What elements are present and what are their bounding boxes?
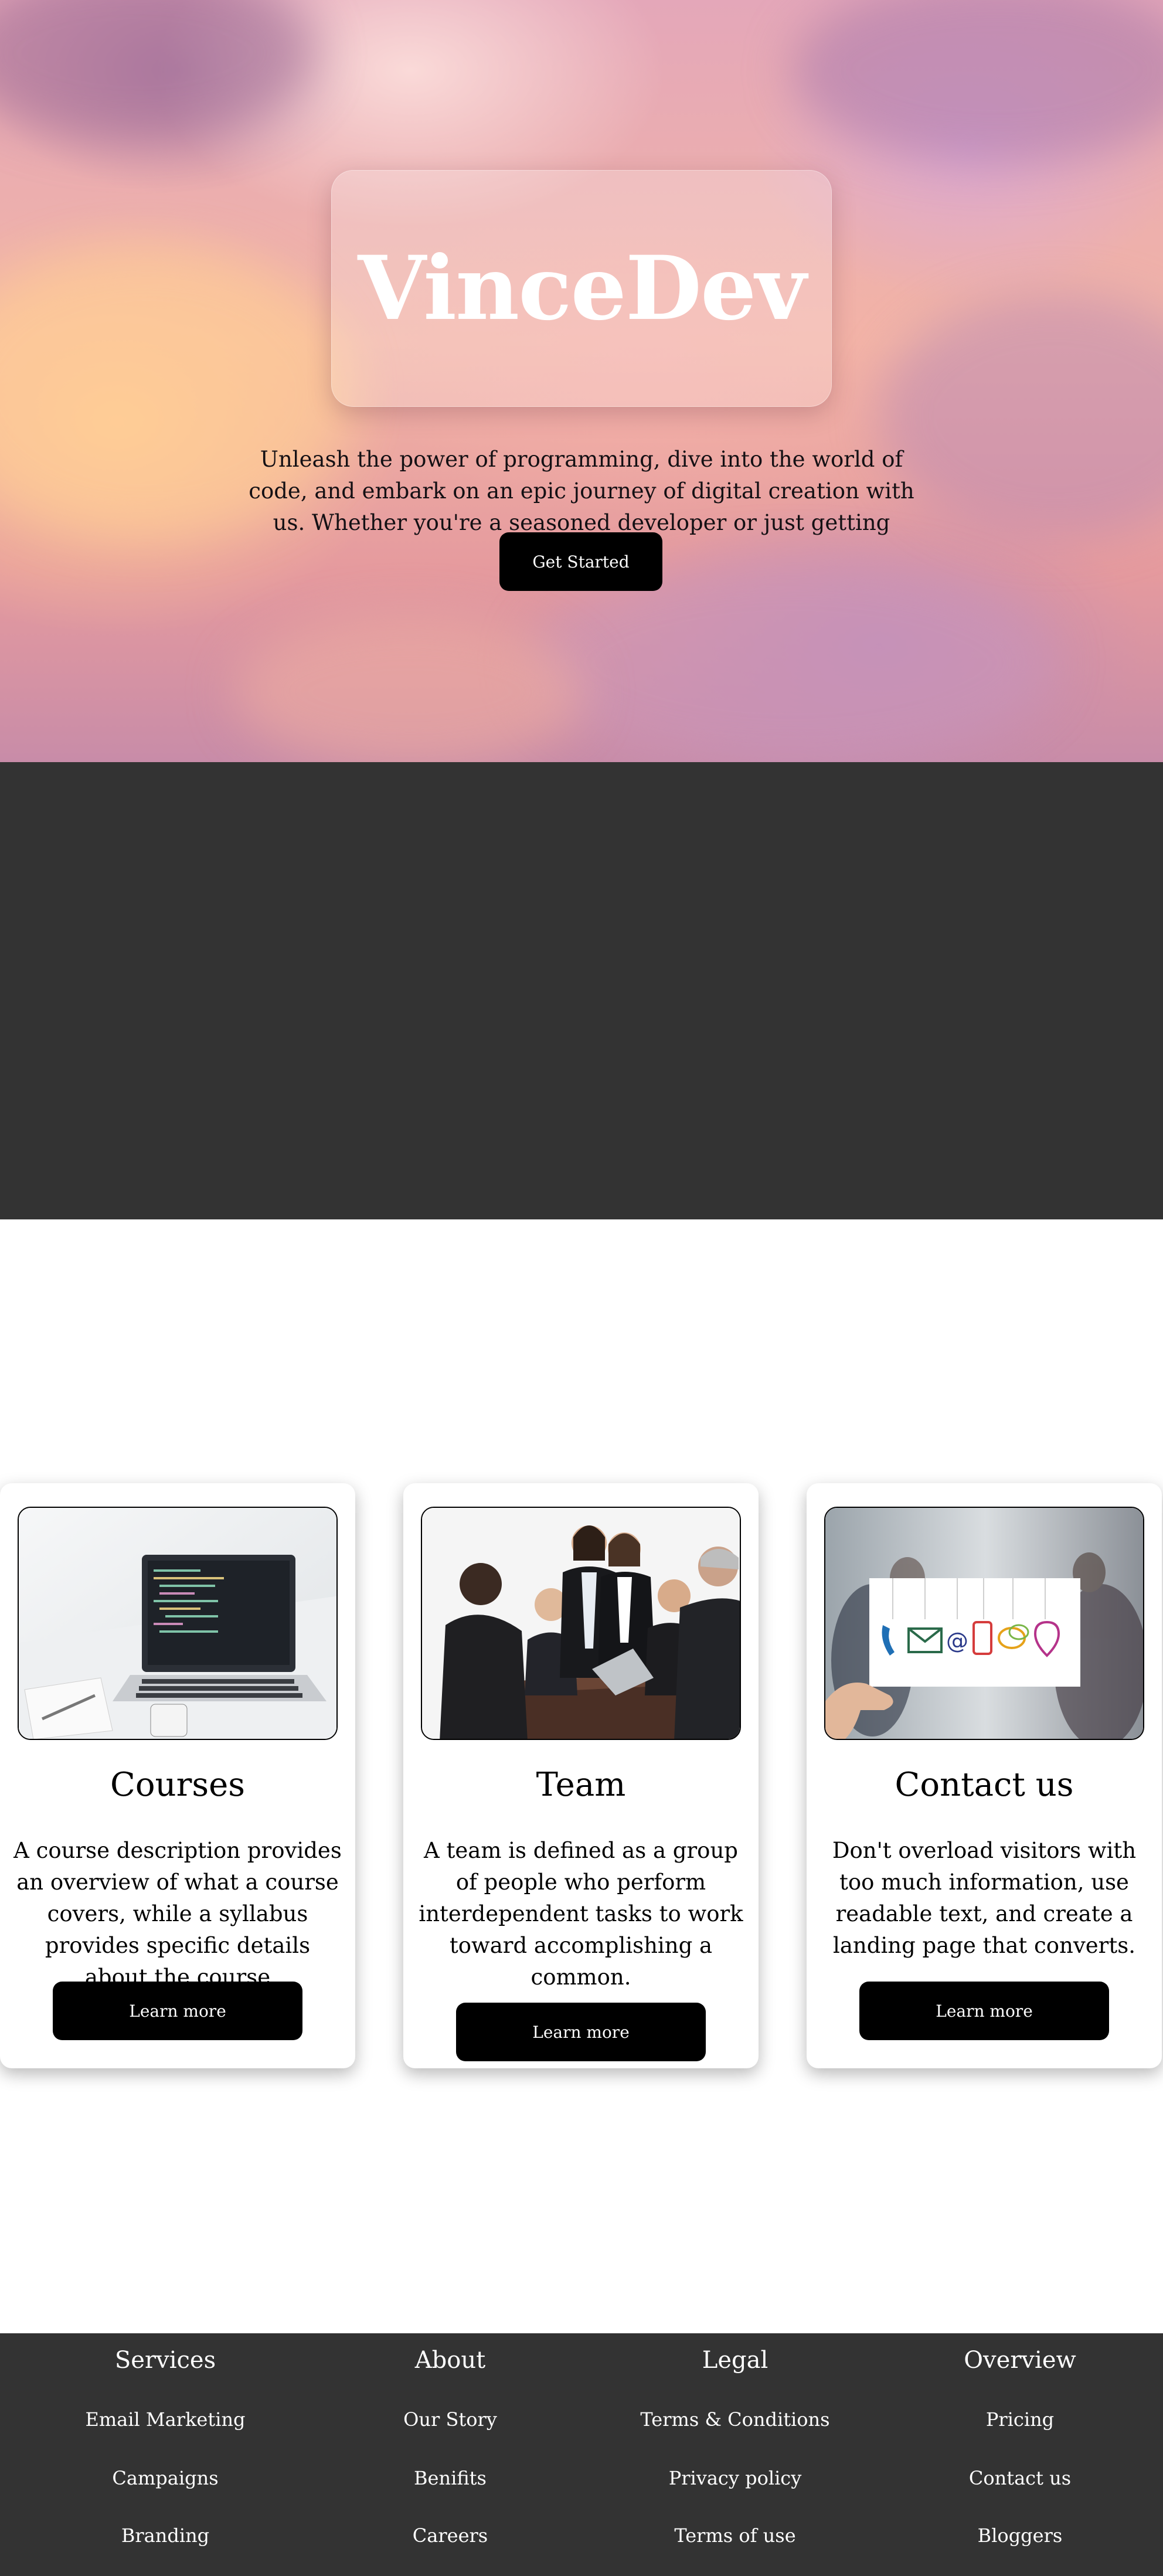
team-image bbox=[421, 1507, 741, 1740]
footer-link[interactable]: Email Marketing bbox=[48, 2405, 283, 2434]
contact-illustration: @ bbox=[825, 1508, 1143, 1739]
footer-link[interactable]: Terms & Conditions bbox=[618, 2405, 852, 2434]
card-title: Team bbox=[536, 1766, 626, 1804]
learn-more-button[interactable]: Learn more bbox=[859, 1982, 1109, 2040]
footer-link[interactable]: Pricing bbox=[903, 2405, 1137, 2434]
footer-heading: About bbox=[414, 2347, 486, 2374]
card-description: A course description provides an overvie… bbox=[13, 1838, 342, 1990]
footer-link[interactable]: Terms of use bbox=[618, 2521, 852, 2550]
team-illustration bbox=[422, 1508, 740, 1739]
laptop-illustration bbox=[19, 1508, 336, 1739]
card-title: Courses bbox=[110, 1766, 245, 1804]
footer-link[interactable]: Bloggers bbox=[903, 2521, 1137, 2550]
footer-heading: Legal bbox=[702, 2347, 768, 2374]
cloud-shape bbox=[0, 0, 317, 141]
card-description: Don't overload visitors with too much in… bbox=[832, 1838, 1137, 1958]
get-started-button[interactable]: Get Started bbox=[499, 532, 662, 591]
site-logo: VinceDev bbox=[358, 237, 806, 340]
learn-more-button[interactable]: Learn more bbox=[456, 2003, 706, 2061]
cloud-shape bbox=[234, 616, 586, 762]
card-description: A team is defined as a group of people w… bbox=[419, 1838, 743, 1990]
logo-panel: VinceDev bbox=[331, 170, 832, 407]
footer-link[interactable]: Branding bbox=[48, 2521, 283, 2550]
footer-heading: Services bbox=[114, 2347, 216, 2374]
footer-link[interactable]: Our Story bbox=[333, 2405, 567, 2434]
site-footer: Services Email Marketing Campaigns Brand… bbox=[0, 2333, 1163, 2576]
footer-link[interactable]: Careers bbox=[333, 2521, 567, 2550]
hero-section: VinceDev Unleash the power of programmin… bbox=[0, 0, 1163, 762]
svg-text:@: @ bbox=[946, 1628, 968, 1654]
footer-link[interactable]: Benifits bbox=[333, 2463, 567, 2493]
laptop-image bbox=[18, 1507, 338, 1740]
footer-link[interactable]: Contact us bbox=[903, 2463, 1137, 2493]
footer-heading: Overview bbox=[964, 2347, 1076, 2374]
card-courses: Courses A course description provides an… bbox=[0, 1483, 355, 2068]
learn-more-button[interactable]: Learn more bbox=[53, 1982, 302, 2040]
contact-image: @ bbox=[824, 1507, 1144, 1740]
cloud-shape bbox=[791, 0, 1163, 164]
card-team: Team A team is defined as a group of peo… bbox=[403, 1483, 759, 2068]
footer-link[interactable]: Campaigns bbox=[48, 2463, 283, 2493]
card-title: Contact us bbox=[895, 1766, 1074, 1804]
dark-section bbox=[0, 762, 1163, 1219]
footer-link[interactable]: Privacy policy bbox=[618, 2463, 852, 2493]
card-contact: @ Contact us Don't overload visitors wit… bbox=[807, 1483, 1162, 2068]
